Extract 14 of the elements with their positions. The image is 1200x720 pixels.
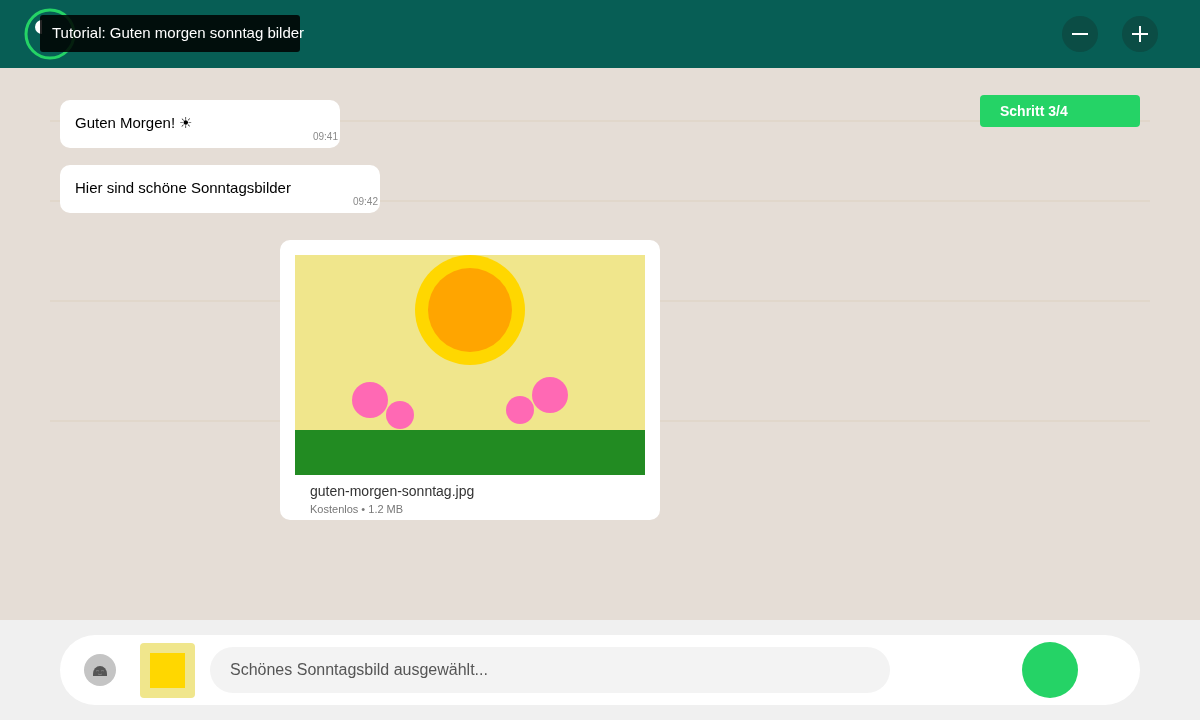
file-details: Kostenlos • 1.2 MB bbox=[310, 502, 405, 516]
message-time: 09:42 bbox=[352, 195, 378, 209]
step-badge: Schritt 3/4 bbox=[980, 95, 1140, 127]
minus-icon bbox=[1071, 33, 1089, 35]
zoom-out-button[interactable] bbox=[1062, 16, 1098, 52]
zoom-in-button[interactable] bbox=[1122, 16, 1158, 52]
message-text: Guten Morgen! ☀ bbox=[75, 114, 193, 131]
message-time: 09:41 bbox=[312, 130, 338, 144]
plus-icon bbox=[1131, 25, 1149, 43]
message-input[interactable]: Schönes Sonntagsbild ausgewählt... bbox=[210, 647, 890, 693]
image-thumbnail[interactable] bbox=[140, 642, 195, 698]
emoji-icon[interactable] bbox=[84, 654, 116, 686]
file-name: guten-morgen-sonntag.jpg bbox=[310, 483, 476, 500]
message-text: Hier sind schöne Sonntagsbilder bbox=[75, 179, 291, 196]
